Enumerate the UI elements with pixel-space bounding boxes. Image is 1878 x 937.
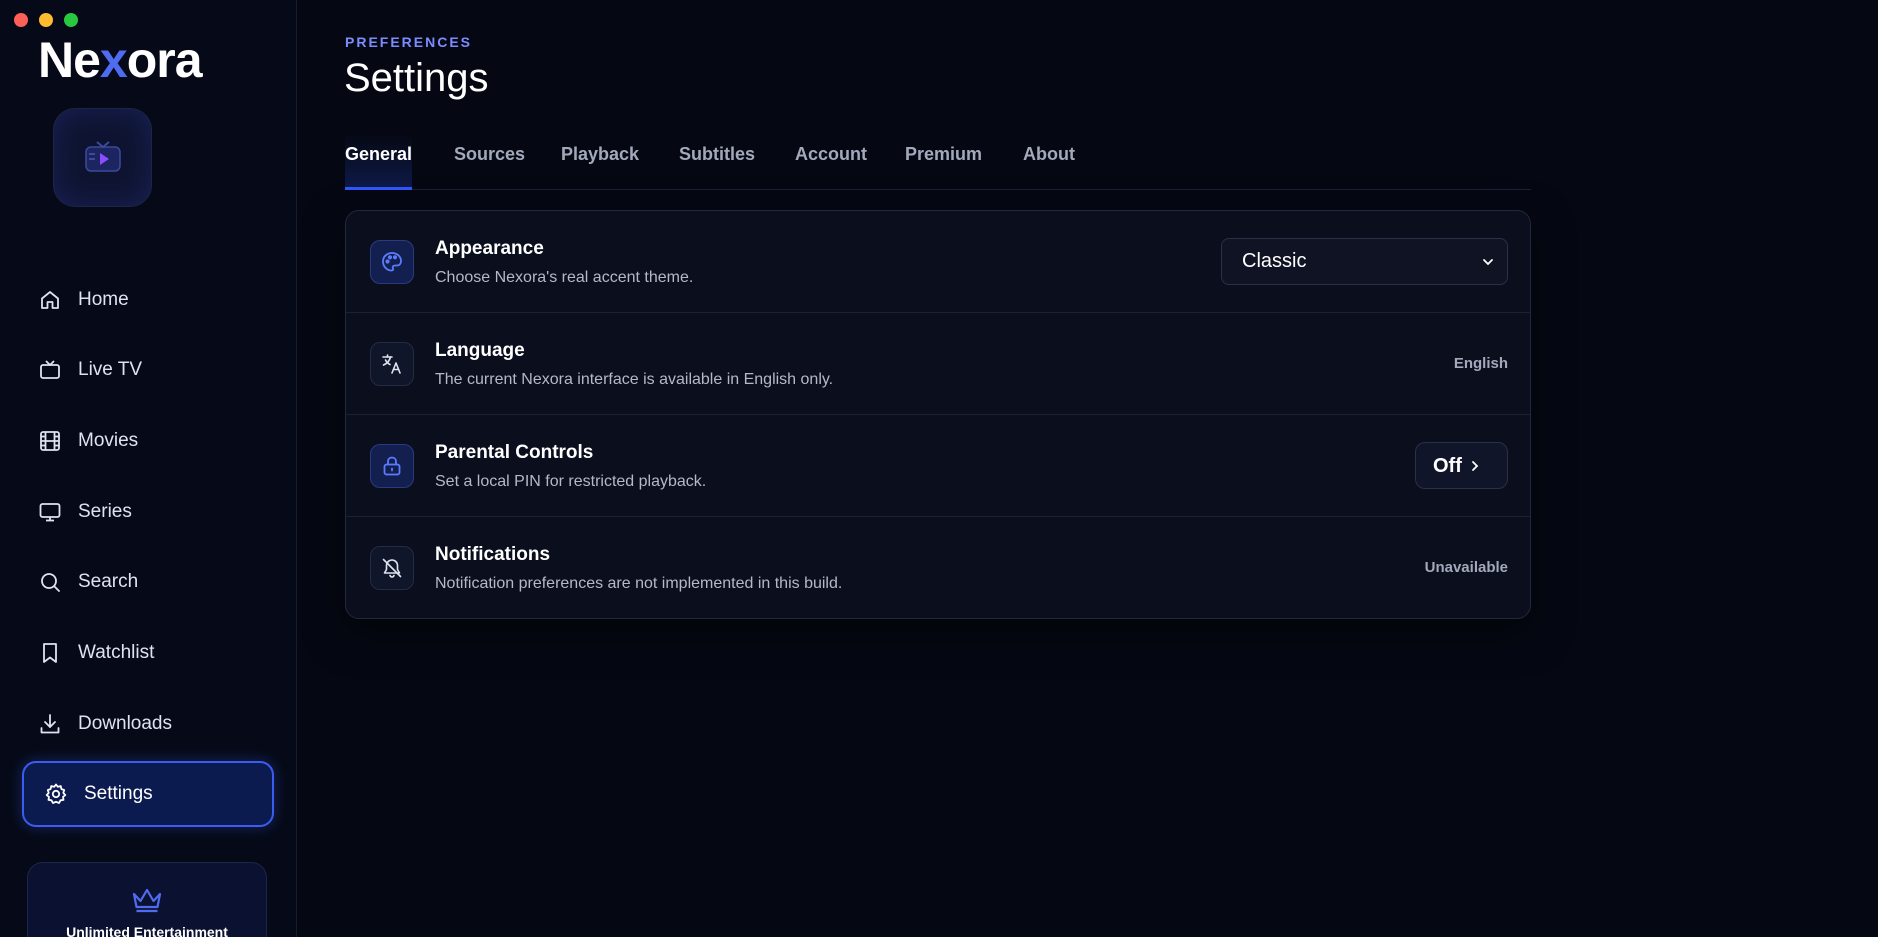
settings-tabs: General Sources Playback Subtitles Accou… [345,134,1531,190]
film-icon [40,431,60,451]
notifications-value: Unavailable [1424,559,1508,576]
logo-text-x: x [99,32,128,88]
close-window-button[interactable] [14,13,28,27]
tab-sources[interactable]: Sources [454,134,525,190]
setting-description: Set a local PIN for restricted playback. [435,473,707,490]
sidebar-item-label: Downloads [78,713,172,734]
tab-about[interactable]: About [1023,134,1075,190]
tv-play-icon [84,140,121,172]
monitor-icon [39,503,61,522]
setting-title: Parental Controls [435,442,594,463]
notifications-icon-box [370,546,414,590]
palette-icon [382,252,402,272]
premium-promo-card[interactable]: Unlimited Entertainment [27,862,267,937]
download-icon [40,714,60,734]
tv-icon [40,360,60,379]
sidebar: Nexora Home Live TV Movies Series Search… [0,0,297,937]
sidebar-item-label: Home [78,289,129,310]
sidebar-item-series[interactable]: Series [38,487,268,537]
setting-row-language: Language The current Nexora interface is… [346,313,1530,415]
language-value: English [1453,355,1508,372]
logo-text-end: ora [126,32,203,88]
setting-title: Appearance [435,238,544,259]
window-controls [14,13,78,27]
page-eyebrow: PREFERENCES [345,34,473,50]
tab-general[interactable]: General [345,134,413,190]
app-icon-tile[interactable] [53,108,152,207]
sidebar-item-label: Series [78,501,132,522]
lock-icon [383,456,401,476]
maximize-window-button[interactable] [64,13,78,27]
logo-text-start: Ne [38,32,101,88]
sidebar-item-home[interactable]: Home [38,275,268,325]
tab-subtitles[interactable]: Subtitles [679,134,755,190]
translate-icon [382,354,401,374]
parental-icon-box [370,444,414,488]
sidebar-item-label: Watchlist [78,642,155,663]
tab-account[interactable]: Account [795,134,867,190]
sidebar-item-label: Live TV [78,359,143,380]
page-title: Settings [344,56,489,100]
sidebar-item-movies[interactable]: Movies [38,416,268,466]
crown-icon [132,888,162,913]
search-icon [41,573,60,592]
sidebar-item-downloads[interactable]: Downloads [38,699,268,749]
sidebar-item-label: Search [78,571,139,592]
setting-description: Notification preferences are not impleme… [435,575,843,592]
theme-select-value: Classic [1242,250,1307,272]
bookmark-icon [43,643,57,663]
promo-title: Unlimited Entertainment [66,924,228,937]
home-icon [41,291,59,309]
theme-select[interactable]: Classic [1221,238,1508,285]
parental-controls-value: Off [1433,455,1462,477]
general-settings-card: Appearance Choose Nexora's real accent t… [345,210,1531,619]
sidebar-item-live-tv[interactable]: Live TV [38,345,268,395]
parental-controls-button[interactable]: Off [1415,442,1508,489]
chevron-down-icon [1483,259,1493,266]
minimize-window-button[interactable] [39,13,53,27]
appearance-icon-box [370,240,414,284]
setting-row-parental-controls: Parental Controls Set a local PIN for re… [346,415,1530,517]
chevron-right-icon [1472,461,1479,471]
app-logo: Nexora [38,30,203,90]
bell-off-icon [382,558,402,578]
setting-description: The current Nexora interface is availabl… [435,371,834,388]
sidebar-item-search[interactable]: Search [38,557,268,607]
sidebar-item-watchlist[interactable]: Watchlist [38,628,268,678]
language-icon-box [370,342,414,386]
sidebar-item-settings[interactable]: Settings [22,761,274,827]
setting-description: Choose Nexora's real accent theme. [435,269,694,286]
tab-playback[interactable]: Playback [561,134,639,190]
setting-title: Notifications [435,544,551,565]
tab-premium[interactable]: Premium [905,134,982,190]
setting-title: Language [435,340,525,361]
sidebar-item-label: Movies [78,430,139,451]
sidebar-item-label: Settings [84,783,153,804]
gear-icon [45,783,67,804]
setting-row-appearance: Appearance Choose Nexora's real accent t… [346,211,1530,313]
setting-row-notifications: Notifications Notification preferences a… [346,517,1530,618]
